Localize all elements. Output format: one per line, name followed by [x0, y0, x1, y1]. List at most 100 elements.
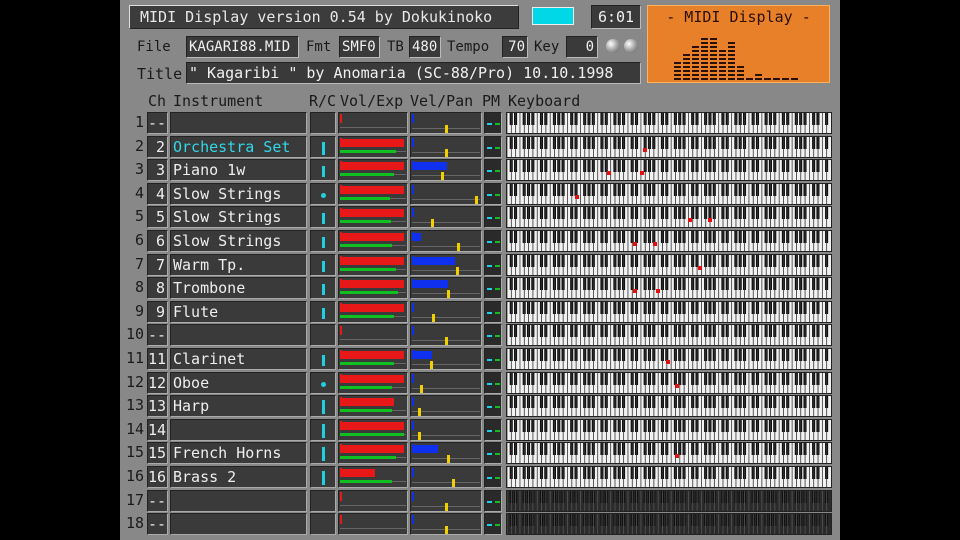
- row-number: 1: [134, 113, 144, 131]
- volume-expression-meter: [338, 206, 408, 228]
- channel-row[interactable]: 3 3 Piano 1w: [120, 159, 840, 181]
- channel-row[interactable]: 8 8 Trombone: [120, 277, 840, 299]
- channel-row[interactable]: 7 7 Warm Tp.: [120, 254, 840, 276]
- channel-row[interactable]: 2 2 Orchestra Set: [120, 136, 840, 158]
- channel-row[interactable]: 18 --: [120, 513, 840, 535]
- col-header-volexp: Vol/Exp: [340, 92, 404, 110]
- pm-indicator: [484, 206, 502, 228]
- velocity-pan-meter: [410, 348, 482, 370]
- velocity-pan-meter: [410, 395, 482, 417]
- keyboard[interactable]: [506, 136, 832, 158]
- instrument-name[interactable]: [170, 490, 307, 512]
- channel-row[interactable]: 17 --: [120, 490, 840, 512]
- keyboard[interactable]: [506, 112, 832, 134]
- instrument-name[interactable]: French Horns: [170, 442, 307, 464]
- instrument-name[interactable]: Trombone: [170, 277, 307, 299]
- instrument-name[interactable]: Warm Tp.: [170, 254, 307, 276]
- instrument-name[interactable]: [170, 513, 307, 535]
- keyboard[interactable]: [506, 395, 832, 417]
- pm-indicator: [484, 277, 502, 299]
- option-knob-2[interactable]: [624, 39, 638, 53]
- volume-expression-meter: [338, 513, 408, 535]
- keyboard[interactable]: [506, 277, 832, 299]
- channel-row[interactable]: 16 16 Brass 2: [120, 466, 840, 488]
- instrument-name[interactable]: Harp: [170, 395, 307, 417]
- channel-row[interactable]: 13 13 Harp: [120, 395, 840, 417]
- active-note: [675, 384, 679, 388]
- logo-bar-segment: [674, 70, 681, 72]
- keyboard[interactable]: [506, 372, 832, 394]
- pm-dash-1: [487, 123, 492, 125]
- instrument-name[interactable]: Slow Strings: [170, 230, 307, 252]
- pan-marker: [445, 526, 448, 534]
- keyboard[interactable]: [506, 442, 832, 464]
- row-number: 7: [134, 255, 144, 273]
- reverb-chorus-meter: [310, 254, 336, 276]
- volume-expression-meter: [338, 466, 408, 488]
- logo-bar-segment: [710, 66, 717, 68]
- channel-row[interactable]: 9 9 Flute: [120, 301, 840, 323]
- velocity-bar: [412, 233, 421, 241]
- instrument-name[interactable]: [170, 324, 307, 346]
- velocity-bar: [412, 445, 438, 453]
- channel-row[interactable]: 10 --: [120, 324, 840, 346]
- keyboard[interactable]: [506, 206, 832, 228]
- logo-bar-segment: [728, 74, 735, 76]
- instrument-name[interactable]: Orchestra Set: [170, 136, 307, 158]
- logo-bar-segment: [674, 62, 681, 64]
- instrument-name[interactable]: [170, 112, 307, 134]
- row-number: 14: [125, 420, 144, 438]
- active-note: [633, 289, 637, 293]
- instrument-name[interactable]: Flute: [170, 301, 307, 323]
- channel-row[interactable]: 12 12 Oboe: [120, 372, 840, 394]
- instrument-name[interactable]: Slow Strings: [170, 206, 307, 228]
- vel-origin: [412, 114, 414, 123]
- channel-row[interactable]: 5 5 Slow Strings: [120, 206, 840, 228]
- instrument-name[interactable]: Oboe: [170, 372, 307, 394]
- channel-row[interactable]: 14 14: [120, 419, 840, 441]
- option-knob-1[interactable]: [606, 39, 620, 53]
- keyboard[interactable]: [506, 183, 832, 205]
- keyboard[interactable]: [506, 419, 832, 441]
- channel-number: 14: [147, 419, 168, 441]
- logo-bar-segment: [719, 62, 726, 64]
- volume-expression-meter: [338, 301, 408, 323]
- timebase-label: TB: [387, 39, 404, 55]
- channel-row[interactable]: 6 6 Slow Strings: [120, 230, 840, 252]
- keyboard[interactable]: [506, 513, 832, 535]
- instrument-name[interactable]: Clarinet: [170, 348, 307, 370]
- pm-dash-1: [487, 241, 492, 243]
- logo-bar-segment: [773, 78, 780, 80]
- keyboard[interactable]: [506, 230, 832, 252]
- keyboard[interactable]: [506, 490, 832, 512]
- pm-indicator: [484, 419, 502, 441]
- pan-marker: [441, 172, 444, 180]
- channel-row[interactable]: 1 --: [120, 112, 840, 134]
- pan-marker: [457, 243, 460, 251]
- channel-row[interactable]: 11 11 Clarinet: [120, 348, 840, 370]
- logo-bar-segment: [710, 54, 717, 56]
- vel-origin: [412, 374, 414, 383]
- instrument-name[interactable]: Brass 2: [170, 466, 307, 488]
- keyboard[interactable]: [506, 466, 832, 488]
- keyboard[interactable]: [506, 159, 832, 181]
- instrument-name[interactable]: [170, 419, 307, 441]
- channel-number: 3: [147, 159, 168, 181]
- keyboard[interactable]: [506, 254, 832, 276]
- keyboard[interactable]: [506, 324, 832, 346]
- active-note: [666, 360, 670, 364]
- vel-origin: [412, 468, 414, 477]
- volume-bar: [340, 469, 375, 477]
- pm-dash-2: [495, 194, 500, 196]
- channel-row[interactable]: 15 15 French Horns: [120, 442, 840, 464]
- volume-bar: [340, 186, 404, 194]
- row-number: 6: [134, 231, 144, 249]
- keyboard[interactable]: [506, 348, 832, 370]
- expression-bar: [340, 220, 391, 223]
- instrument-name[interactable]: Piano 1w: [170, 159, 307, 181]
- keyboard[interactable]: [506, 301, 832, 323]
- channel-row[interactable]: 4 4 Slow Strings: [120, 183, 840, 205]
- logo-bar-segment: [692, 78, 699, 80]
- instrument-name[interactable]: Slow Strings: [170, 183, 307, 205]
- row-number: 9: [134, 302, 144, 320]
